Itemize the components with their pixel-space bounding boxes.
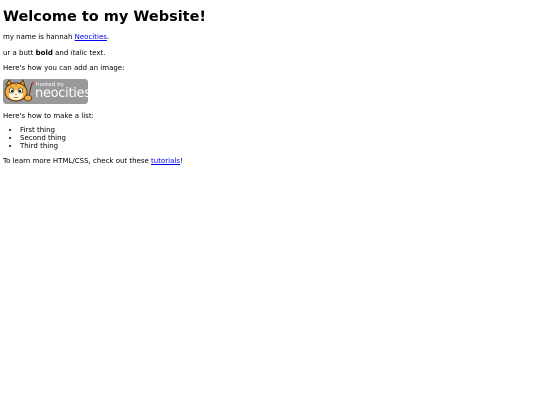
outro-prefix: To learn more HTML/CSS, check out these	[3, 157, 152, 165]
outro-suffix: !	[179, 157, 183, 165]
neocities-logo-text: neocities	[35, 86, 88, 101]
style-suffix: text.	[87, 49, 106, 57]
intro-suffix: .	[106, 33, 110, 41]
outro-paragraph: To learn more HTML/CSS, check out these …	[3, 157, 183, 166]
list-item: Third thing	[20, 142, 66, 150]
page: Welcome to my Website! my name is hannah…	[0, 0, 540, 405]
list-item: First thing	[20, 126, 66, 134]
list-intro: Here's how to make a list:	[3, 112, 94, 120]
bold-text: bold	[35, 49, 53, 57]
intro-prefix: my name is hannah	[3, 33, 75, 41]
badge-box: hosted by neocities	[3, 79, 88, 104]
italic-text: italic	[70, 49, 88, 57]
tutorials-link[interactable]: tutorials	[151, 157, 180, 165]
neocities-link[interactable]: Neocities	[75, 33, 107, 41]
image-intro: Here's how you can add an image:	[3, 64, 125, 72]
style-middle: and	[52, 49, 71, 57]
list-item: Second thing	[20, 134, 66, 142]
style-prefix: ur a butt	[3, 49, 36, 57]
hosted-by-neocities-badge[interactable]: hosted by neocities	[3, 79, 88, 104]
page-title: Welcome to my Website!	[3, 9, 207, 25]
neocities-cat-icon	[4, 79, 34, 102]
style-paragraph: ur a butt bold and italic text.	[3, 49, 106, 58]
thing-list: First thing Second thing Third thing	[3, 126, 66, 150]
intro-paragraph: my name is hannah Neocities.	[3, 33, 109, 42]
